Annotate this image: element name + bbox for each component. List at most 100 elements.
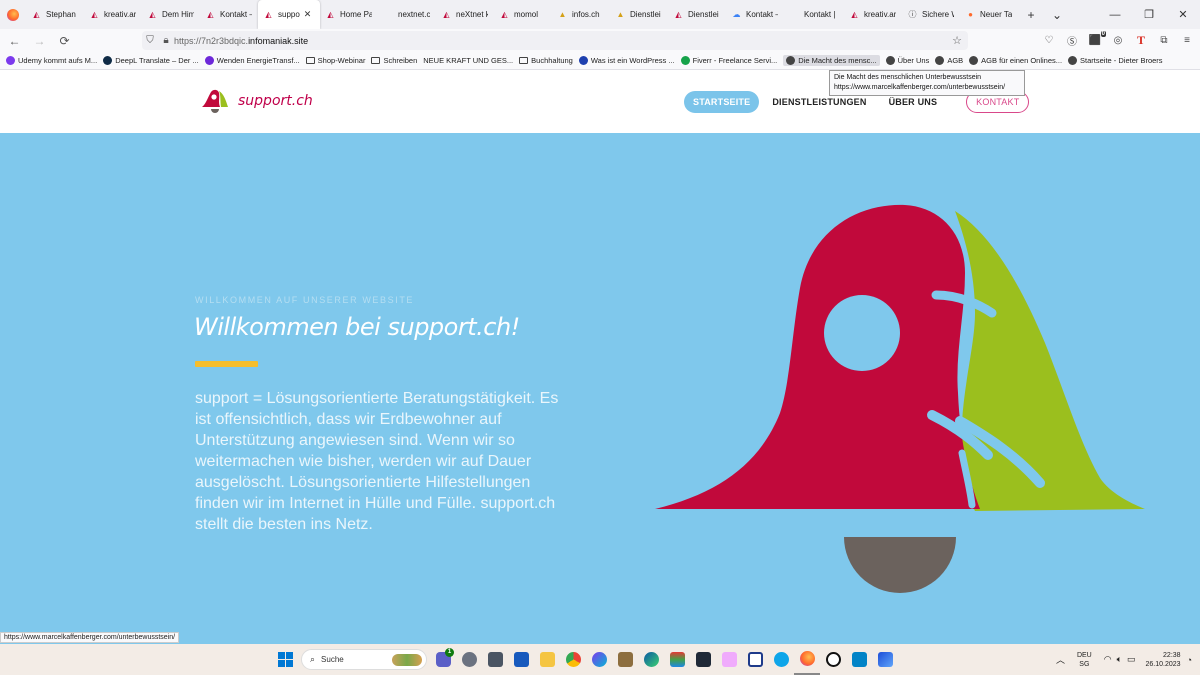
bookmark-label: Schreiben [383, 56, 418, 65]
system-tray: ︿ DEU SG ◠ 🔈︎ ▭ 22:38 26.10.2023 ◔ [1056, 644, 1192, 675]
browser-tab[interactable]: ▲ infos.ch [552, 0, 610, 29]
bookmark-label: AGB für einen Onlines... [981, 56, 1063, 65]
clock[interactable]: 22:38 26.10.2023 [1146, 651, 1181, 669]
bookmark-item[interactable]: Buchhaltung [519, 56, 573, 65]
info-icon: ⓘ [908, 10, 917, 19]
bookmark-item[interactable]: DeepL Translate – Der ... [103, 56, 199, 65]
lock-icon[interactable]: 🔒︎ [158, 35, 174, 46]
extension-badge-icon[interactable]: ⬛ 0 [1088, 31, 1106, 46]
language-indicator[interactable]: DEU SG [1077, 651, 1092, 669]
tab-label: Neuer Tab [980, 10, 1012, 19]
extension-t-icon[interactable]: T [1134, 33, 1148, 48]
browser-tab[interactable]: ◭ Kontakt – [200, 0, 258, 29]
bookmark-item[interactable]: Fiverr - Freelance Servi... [680, 56, 778, 65]
browser-tab[interactable]: ◭ kreativ.ar [84, 0, 142, 29]
browser-tab[interactable]: ● Neuer Tab [960, 0, 1018, 29]
extension-s-icon[interactable]: Ⓢ [1065, 33, 1079, 48]
extensions-puzzle-icon[interactable]: ⧉ [1157, 35, 1171, 46]
chat-app-icon[interactable]: 1 [430, 644, 456, 675]
firefox-icon: ● [968, 10, 973, 19]
chrome-app-icon[interactable] [560, 644, 586, 675]
bookmark-favicon-icon [6, 56, 15, 65]
browser-tab[interactable]: ◭ Dienstlei [668, 0, 726, 29]
k-app-icon[interactable] [846, 644, 872, 675]
none [790, 10, 799, 19]
bookmark-label: Fiverr - Freelance Servi... [692, 56, 778, 65]
start-button[interactable] [272, 644, 298, 675]
restore-button[interactable]: ❐ [1132, 0, 1166, 29]
list-tabs-chevron-icon[interactable]: ⌄ [1044, 8, 1070, 22]
bookmark-item[interactable]: AGB für einen Onlines... [969, 56, 1062, 65]
notifications-icon[interactable]: ◔ [1187, 655, 1192, 665]
url-bar[interactable]: ⛉ 🔒︎ https://7n2r3bdqic. infomaniak.site … [142, 31, 968, 50]
edge-app-icon[interactable] [638, 644, 664, 675]
close-tab-icon[interactable]: ✕ [304, 9, 312, 20]
battery-icon[interactable]: ▭ [1127, 654, 1136, 665]
screen-capture-icon[interactable] [742, 644, 768, 675]
firefox-app-icon[interactable] [794, 644, 820, 675]
photo-app-icon[interactable] [612, 644, 638, 675]
bookmark-item[interactable]: AGB [935, 56, 963, 65]
volume-icon[interactable]: 🔈︎ [1117, 654, 1122, 665]
file-explorer-icon[interactable] [534, 644, 560, 675]
music-app-icon[interactable] [716, 644, 742, 675]
new-tab-button[interactable]: + [1018, 8, 1044, 22]
firefox-menu-icon[interactable] [0, 0, 26, 29]
browser-tab[interactable]: ◭ momol [494, 0, 552, 29]
word-app-icon[interactable] [508, 644, 534, 675]
search-highlight-image [392, 653, 422, 666]
sync-icon[interactable]: ◎ [1111, 35, 1125, 46]
bookmark-item[interactable]: Die Macht des mensc... [783, 55, 880, 66]
browser-tab[interactable]: ◭ Dem Him [142, 0, 200, 29]
browser-tab[interactable]: nextnet.ch/ [378, 0, 436, 29]
browser-tab[interactable]: ☁ Kontakt – [726, 0, 784, 29]
cube-app-icon[interactable] [690, 644, 716, 675]
stack-app-icon[interactable] [664, 644, 690, 675]
bookmark-favicon-icon [204, 56, 214, 65]
bell-green-shape [955, 211, 1145, 511]
bookmark-item[interactable]: Über Uns [885, 56, 929, 65]
menu-hamburger-icon[interactable]: ≡ [1180, 35, 1194, 46]
support-icon: ◭ [149, 10, 156, 19]
copilot-app-icon[interactable] [586, 644, 612, 675]
site-logo[interactable]: support.ch [200, 88, 313, 114]
wifi-icon[interactable]: ◠ [1104, 654, 1112, 665]
calculator-app-icon[interactable] [482, 644, 508, 675]
bookmark-item[interactable]: Schreiben [371, 56, 417, 65]
web-page: support.ch STARTSEITE DIENSTLEISTUNGEN Ü… [0, 70, 1200, 644]
bookmark-item[interactable]: Wenden EnergieTransf... [204, 56, 300, 65]
bookmark-star-icon[interactable]: ☆ [952, 34, 962, 47]
browser-tab[interactable]: ⓘ Sichere W [902, 0, 960, 29]
back-button[interactable]: ← [2, 34, 27, 48]
bookmark-favicon-icon [680, 56, 690, 65]
tooltip-url: https://www.marcelkaffenberger.com/unter… [834, 84, 1006, 91]
settings-gear-icon[interactable] [456, 644, 482, 675]
bookmark-item[interactable]: NEUE KRAFT UND GES... [423, 56, 513, 65]
tray-chevron-icon[interactable]: ︿ [1056, 653, 1065, 666]
browser-tab[interactable]: ◭ neXtnet k [436, 0, 494, 29]
cloud-app-icon[interactable] [768, 644, 794, 675]
bookmark-label: Was ist ein WordPress ... [590, 56, 675, 65]
pocket-icon[interactable]: ♡ [1042, 35, 1056, 46]
shield-icon[interactable]: ⛉ [142, 35, 158, 46]
browser-tab[interactable]: ◭ Stephan I [26, 0, 84, 29]
close-window-button[interactable]: ✕ [1166, 0, 1200, 29]
bookmark-favicon-icon [578, 56, 588, 65]
taskbar-search[interactable]: ⌕ Suche [301, 649, 427, 670]
browser-tab[interactable]: ▲ Dienstlei [610, 0, 668, 29]
bookmark-item[interactable]: Startseite - Dieter Broers [1068, 56, 1163, 65]
browser-tab[interactable]: ◭ kreativ.art [844, 0, 902, 29]
menu-startseite[interactable]: STARTSEITE [684, 91, 760, 113]
browser-tab[interactable]: Kontakt | rog [784, 0, 844, 29]
bookmark-item[interactable]: Was ist ein WordPress ... [578, 56, 675, 65]
minimize-button[interactable]: — [1098, 0, 1132, 29]
browser-tab[interactable]: ◭ Home Pa [320, 0, 378, 29]
bookmark-favicon-icon [969, 56, 979, 65]
bookmark-item[interactable]: Udemy kommt aufs M... [6, 56, 97, 65]
reload-button[interactable]: ⟳ [52, 34, 77, 48]
browser-tab[interactable]: ◭ suppo ✕ [258, 0, 320, 29]
forward-button[interactable]: → [27, 34, 52, 48]
s-app-icon[interactable] [820, 644, 846, 675]
image-app-icon[interactable] [872, 644, 898, 675]
bookmark-item[interactable]: Shop-Webinar [305, 56, 365, 65]
